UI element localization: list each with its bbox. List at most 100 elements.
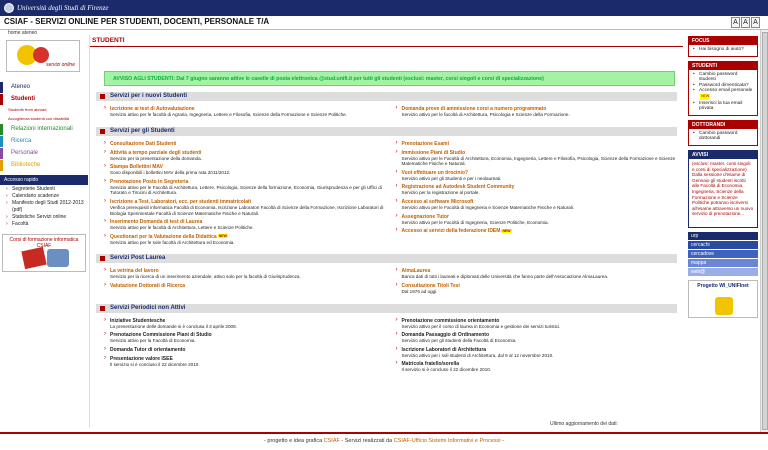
- sidebar-item-personale[interactable]: Personale: [0, 148, 88, 159]
- service-link-label: Attività a tempo parziale degli studenti: [110, 149, 202, 156]
- wifi-project-banner[interactable]: Progetto WI_UNIFInet: [688, 280, 758, 318]
- service-section: Servizi Post Laurea La vetrina del lavoro…: [96, 254, 677, 297]
- courses-red-image-icon: [21, 246, 47, 270]
- logo-red-circle-icon: [33, 47, 49, 63]
- service-description: Servizio attivo per le Facoltà di Archit…: [401, 155, 676, 167]
- student-notice: AVVISO AGLI STUDENTI: Dal 7 giugno saran…: [104, 71, 675, 86]
- service-item: AlmaLaureaBanca dati di tutti i laureati…: [396, 267, 678, 280]
- section-column: Domanda prove di ammissione corsi a nume…: [396, 105, 678, 121]
- service-item: Iniziative StudentescheLa presentazione …: [104, 317, 386, 330]
- service-description: Il servizio si è concluso il 22 dicembre…: [110, 361, 200, 367]
- sidebar-nav: Ateneo Studenti Students from abroad Acc…: [0, 82, 88, 171]
- service-item: Immissione Piani di StudioServizio attiv…: [396, 149, 678, 167]
- focus-link[interactable]: Hai bisogno di aiuto?: [693, 47, 754, 53]
- service-item: Iscrizione a Test, Laboratori, ecc. per …: [104, 198, 386, 216]
- dottorandi-link[interactable]: Cambio password dottorandi: [693, 131, 754, 142]
- courses-title: Corsi di formazione informatica CSIAF: [9, 237, 79, 249]
- sidebar-item-ricerca[interactable]: Ricerca: [0, 136, 88, 147]
- section-heading: STUDENTI: [90, 35, 683, 47]
- new-badge-icon: NEW: [217, 234, 228, 239]
- section-column: La vetrina del lavoroServizio per la ric…: [104, 267, 386, 297]
- dottorandi-box: DOTTORANDI Cambio password dottorandi: [688, 119, 758, 146]
- service-link[interactable]: Prenotazione Esami: [402, 141, 678, 147]
- service-item: Attività a tempo parziale degli studenti…: [104, 149, 386, 162]
- service-item: Prenotazione Posto in SegreteriaServizio…: [104, 178, 386, 196]
- service-section: Servizi Periodici non Attivi Iniziative S…: [96, 303, 678, 376]
- service-item: Iscrizione ai test di AutovalutazioneSer…: [104, 105, 386, 118]
- service-description: Servizio attivo per gli studenti della F…: [401, 338, 517, 344]
- service-link-label: Questionari per la Valutazione della Did…: [110, 233, 217, 240]
- section-column: Prenotazione Esami Immissione Piani di St…: [396, 140, 678, 249]
- service-link-label: Iniziative Studentesche: [110, 317, 166, 324]
- quick-link[interactable]: Calendario scadenze: [6, 193, 88, 200]
- servizi-online-logo[interactable]: servizi online: [6, 40, 80, 72]
- service-item: Matricola fratello/sorellaIl servizio si…: [396, 360, 678, 373]
- cercachi-link[interactable]: cercachi: [688, 241, 758, 249]
- service-description: Servizio per la registrazione al portale…: [401, 190, 480, 196]
- service-item: Prenotazione Commissione Piani di Studio…: [104, 331, 386, 344]
- service-description: Servizio attivo per le facoltà di Archit…: [401, 112, 570, 117]
- page-title: CSIAF - SERVIZI ONLINE PER STUDENTI, DOC…: [4, 17, 270, 26]
- footer-link-csiaf[interactable]: CSIAF: [324, 438, 340, 444]
- quick-link[interactable]: Manifesto degli Studi 2012-2013 (pdf): [6, 200, 88, 214]
- urp-link[interactable]: urp: [688, 232, 758, 240]
- service-link[interactable]: Valutazione Dottorati di Ricerca: [110, 283, 386, 289]
- service-description: La presentazione delle domande si è conc…: [110, 323, 237, 329]
- service-item: Domanda prove di ammissione corsi a nume…: [396, 105, 678, 118]
- sidebar-item-relazioni[interactable]: Relazioni internazionali: [0, 124, 88, 135]
- sidebar-item-studenti[interactable]: Studenti: [0, 94, 88, 105]
- service-link-label: Prenotazione Posto in Segreteria: [110, 178, 189, 185]
- section-column: AlmaLaureaBanca dati di tutti i laureati…: [396, 267, 678, 297]
- service-section: Servizi per gli Studenti Consultazione Da…: [96, 126, 678, 249]
- service-link[interactable]: Accesso ai servizi della federazione IDE…: [402, 228, 678, 234]
- service-link-label: Presentazione valore ISEE: [110, 355, 173, 362]
- sidebar-item-biblioteche[interactable]: Biblioteche: [0, 160, 88, 171]
- service-item: La vetrina del lavoroServizio per la ric…: [104, 267, 386, 280]
- font-medium-button[interactable]: A: [741, 17, 750, 28]
- breadcrumb[interactable]: home ateneo: [8, 30, 37, 36]
- main-content: STUDENTI AVVISO AGLI STUDENTI: Dal 7 giu…: [89, 35, 683, 428]
- quick-link[interactable]: Facoltà: [6, 221, 88, 228]
- service-link-label: Immissione Piani di Studio: [401, 149, 466, 156]
- wifi-icon: [715, 297, 733, 315]
- mappa-link[interactable]: mappa: [688, 259, 758, 267]
- promo-label: servizi online: [46, 62, 75, 68]
- service-sections: Servizi per i nuovi Studenti Iscrizione a…: [90, 92, 683, 376]
- scrollbar-thumb[interactable]: [762, 32, 768, 430]
- university-logo-icon: [4, 3, 14, 13]
- section-column: Prenotazione commissione orientamentoSer…: [396, 317, 678, 376]
- service-link[interactable]: Consultazione Dati Studenti: [110, 141, 386, 147]
- courses-blue-image-icon: [47, 249, 69, 267]
- quick-link[interactable]: Statistiche Servizi online: [6, 214, 88, 221]
- section-column: Iniziative StudentescheLa presentazione …: [104, 317, 386, 376]
- studenti-link[interactable]: Inserisci la tua email privata: [693, 101, 754, 112]
- footer-link-ufficio[interactable]: CSIAF-Ufficio Sistemi Informativi e Proc…: [394, 438, 501, 444]
- courses-banner[interactable]: Corsi di formazione informatica CSIAF: [2, 234, 86, 272]
- footer-text: - progetto e idea grafica: [264, 438, 323, 444]
- font-large-button[interactable]: A: [751, 17, 760, 28]
- service-item: Vuoi effettuare un tirocinio?Servizio at…: [396, 169, 678, 182]
- font-small-button[interactable]: A: [731, 17, 740, 28]
- focus-box: FOCUS Hai bisogno di aiuto?: [688, 36, 758, 57]
- service-description: Servizio attivo per i soli studenti di A…: [401, 352, 554, 358]
- vertical-scrollbar[interactable]: [760, 30, 768, 432]
- dottorandi-title: DOTTORANDI: [689, 120, 757, 129]
- quick-link[interactable]: Segreterie Studenti: [6, 186, 88, 193]
- quick-access-list: Segreterie Studenti Calendario scadenze …: [0, 185, 88, 228]
- service-description: Il servizio si è concluso il 22 dicembre…: [401, 367, 492, 373]
- service-description: Verifica prerequisiti informatica Facolt…: [110, 204, 384, 216]
- cercadove-link[interactable]: cercadove: [688, 250, 758, 258]
- webat-link[interactable]: web@: [688, 268, 758, 276]
- service-description: Servizio attivo per le Facoltà di Archit…: [110, 184, 382, 196]
- service-item: Accesso ai servizi della federazione IDE…: [396, 227, 678, 234]
- avvisi-title: AVVISI: [689, 151, 757, 159]
- sidebar-item-disabilita[interactable]: Accoglienza studenti con disabilità: [0, 115, 88, 123]
- studenti-link[interactable]: Cambio password studenti: [693, 72, 754, 83]
- service-description: Servizio attivo per le Facoltà di Ingegn…: [401, 204, 575, 210]
- service-link[interactable]: Domanda Tutor di orientamento: [110, 347, 386, 353]
- studenti-link[interactable]: Accesso email personaleNEW: [693, 88, 754, 100]
- service-description: Servizio per la presentazione della doma…: [110, 155, 202, 161]
- sidebar-item-ateneo[interactable]: Ateneo: [0, 82, 88, 93]
- service-description: Servizio attivo per gli Studenti e per i…: [401, 175, 502, 181]
- sidebar-item-students-abroad[interactable]: Students from abroad: [0, 106, 88, 114]
